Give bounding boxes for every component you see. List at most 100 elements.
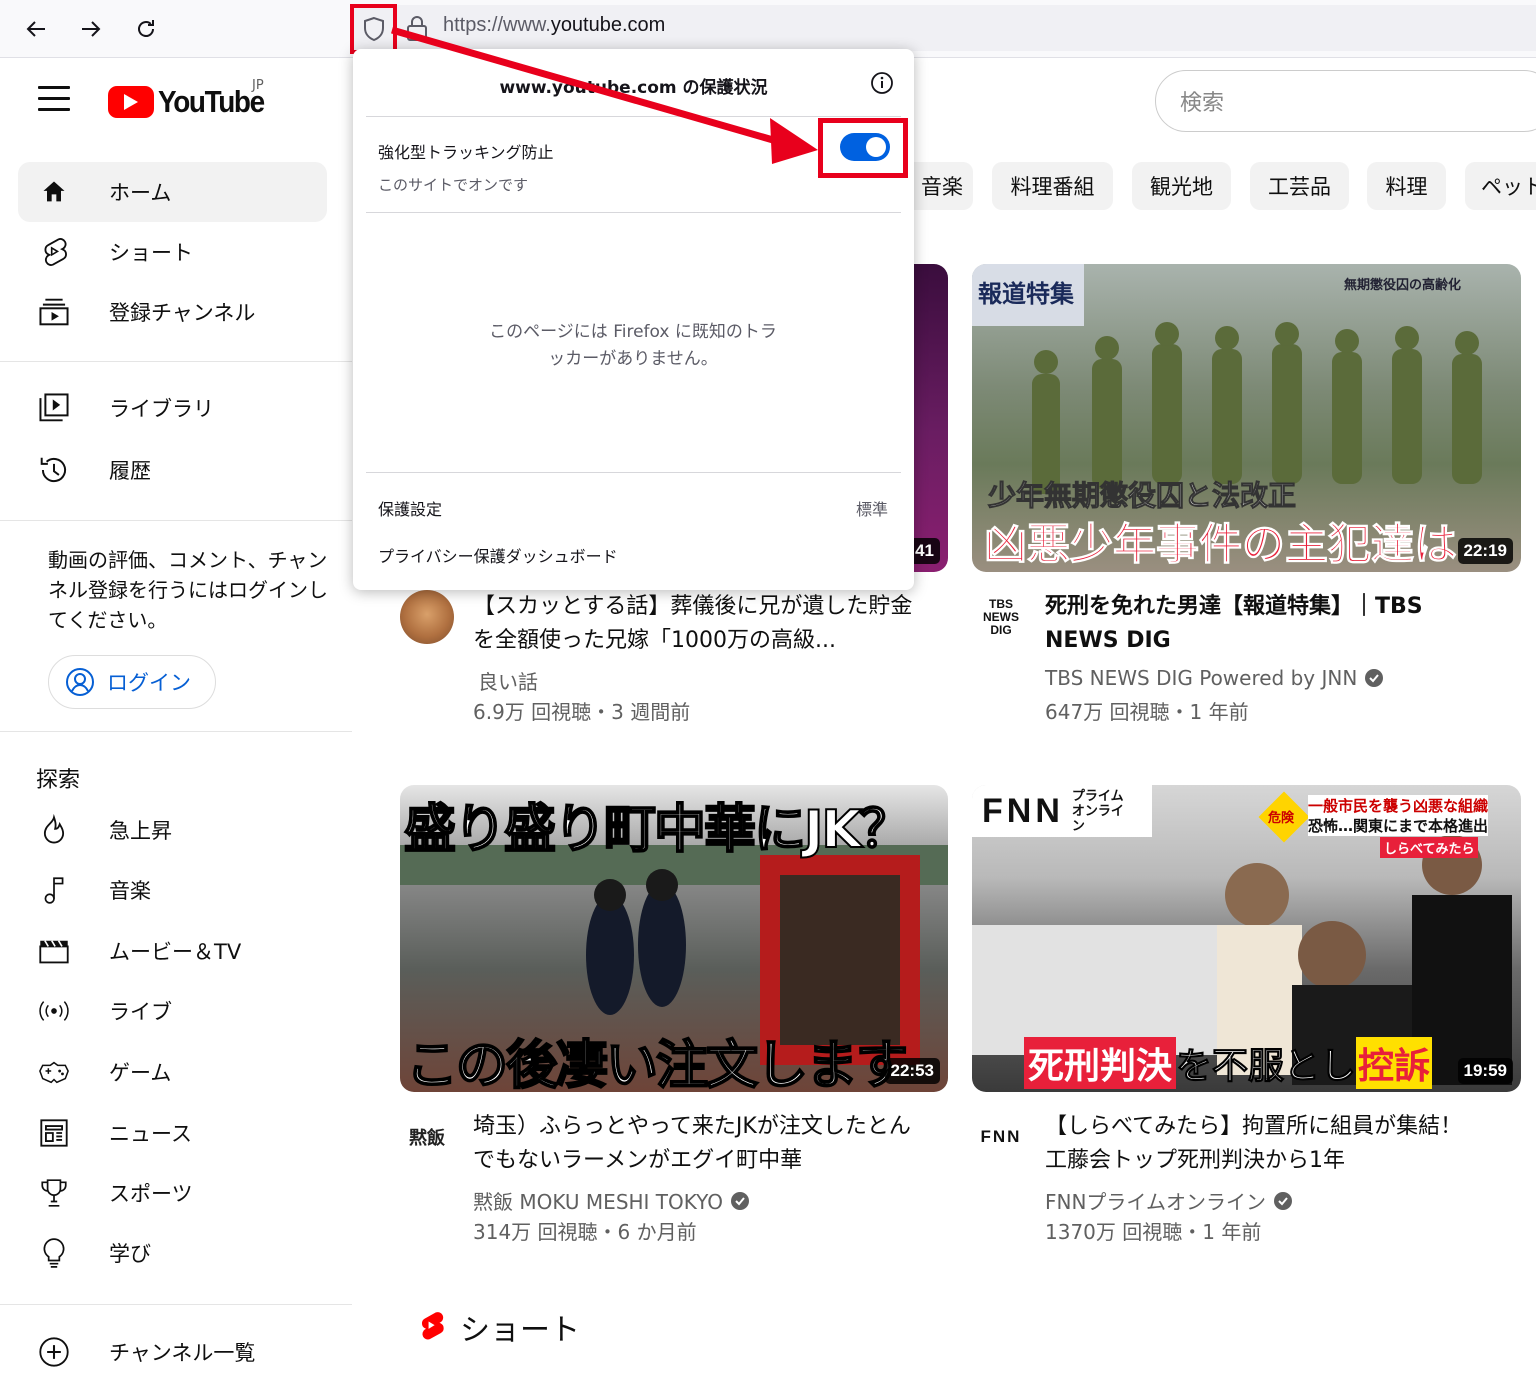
channel-name: TBS NEWS DIG Powered by JNN [1045,666,1358,690]
channel-avatar-text: FNN [980,1127,1022,1146]
sidebar-item-history[interactable]: 履歴 [18,440,327,500]
back-button[interactable] [17,10,55,48]
video-channel[interactable]: 黙飯 MOKU MESHI TOKYO [473,1186,750,1215]
sidebar-item-trending[interactable]: 急上昇 [18,800,327,860]
sidebar-divider [0,520,352,521]
protection-panel-title: www.youtube.com の保護状況 [499,78,768,98]
video-thumbnail[interactable]: FNN プライム オンライン 危険 一般市民を襲う凶悪な組織 恐怖…関東にまで本… [972,785,1521,1092]
video-duration: 22:53 [884,1058,940,1084]
sports-icon [38,1177,70,1209]
login-button-label: ログイン [107,671,191,695]
chip-pets[interactable]: ペット [1465,162,1536,210]
tracking-protection-label: 強化型トラッキング防止 [378,143,554,162]
sidebar-item-label: ムービー＆TV [109,940,242,964]
video-title[interactable]: 【しらべてみたら】拘置所に組員が集結！工藤会トップ死刑判決から1年 [1045,1110,1475,1178]
sidebar-item-subscriptions[interactable]: 登録チャンネル [18,282,327,342]
video-title[interactable]: 【スカッとする話】葬儀後に兄が遺した貯金を全額使った兄嫁「1000万の高級... [473,590,923,658]
news-icon [38,1117,70,1149]
channel-name: 黙飯 MOKU MESHI TOKYO [473,1190,724,1214]
video-duration: 22:19 [1457,538,1513,564]
sidebar-item-label: ショート [109,241,193,265]
sidebar-item-home[interactable]: ホーム [18,162,327,222]
video-title[interactable]: 埼玉）ふらっとやって来たJKが注文したとんでもないラーメンがエグイ町中華 [473,1110,923,1178]
reload-button[interactable] [127,10,165,48]
sidebar-item-label: ホーム [109,181,172,205]
arrow-left-icon [26,21,45,37]
shorts-section-title: ショート [416,1305,580,1349]
shorts-title-text: ショート [460,1313,580,1348]
video-thumbnail[interactable]: 盛り盛り町中華にJK？ この後凄い注文します 22:53 [400,785,948,1092]
privacy-dashboard-link[interactable]: プライバシー保護ダッシュボード [378,543,618,567]
tracking-protection-status: このサイトでオンです [378,176,529,194]
url-domain: youtube.com [550,14,666,36]
panel-divider [366,212,901,213]
sidebar-item-music[interactable]: 音楽 [18,860,327,920]
video-channel[interactable]: FNNプライムオンライン [1045,1186,1293,1215]
learning-icon [38,1237,70,1269]
sidebar-item-library[interactable]: ライブラリ [18,378,327,438]
video-title[interactable]: 死刑を免れた男達【報道特集】｜TBS NEWS DIG [1045,590,1475,658]
chip-crafts[interactable]: 工芸品 [1250,162,1349,210]
sidebar-divider [0,361,352,362]
channel-avatar[interactable]: 黙飯 [400,1110,454,1164]
sidebar-item-news[interactable]: ニュース [18,1103,327,1163]
verified-icon [1365,669,1384,687]
thumb-tag-text: 報道特集 [978,279,1074,308]
channel-avatar[interactable]: TBS NEWS DIG [974,590,1028,644]
sidebar-item-label: 登録チャンネル [109,301,256,325]
search-placeholder: 検索 [1180,91,1225,116]
trending-icon [38,814,70,846]
sidebar-item-sports[interactable]: スポーツ [18,1163,327,1223]
channel-name: FNNプライムオンライン [1045,1190,1267,1214]
tracking-protection-shield-button[interactable] [350,4,397,54]
video-thumbnail[interactable]: 報道特集 無期懲役囚の高齢化 少年無期懲役囚と法改正 凶悪少年事件の主犯達は 2… [972,264,1521,572]
account-icon [66,668,94,696]
search-input[interactable]: 検索 [1155,70,1536,132]
thumb-line: 一般市民を襲う凶悪な組織 [1308,795,1489,816]
sidebar-item-learning[interactable]: 学び [18,1223,327,1283]
channel-avatar[interactable]: FNN [974,1110,1028,1164]
login-message: 動画の評価、コメント、チャンネル登録を行うにはログインしてください。 [48,548,328,632]
sidebar-item-live[interactable]: ライブ [18,981,327,1041]
sidebar-item-movies[interactable]: ムービー＆TV [18,921,327,981]
forward-button[interactable] [72,10,110,48]
chip-tourist-spots[interactable]: 観光地 [1132,162,1231,210]
channel-avatar-text: TBS NEWS DIG [983,596,1019,637]
channel-avatar[interactable] [400,590,454,644]
sidebar-item-gaming[interactable]: ゲーム [18,1042,327,1102]
thumb-tag: しらべてみたら [1380,837,1479,858]
sidebar-item-browse-channels[interactable]: チャンネル一覧 [18,1322,327,1382]
home-icon [38,176,70,208]
chip-cooking-shows[interactable]: 料理番組 [992,162,1113,210]
add-circle-icon [38,1336,70,1368]
sidebar-divider [0,1304,352,1305]
protection-settings-value: 標準 [855,500,888,519]
protection-settings-link[interactable]: 保護設定 [378,496,442,520]
url-prefix: https://www. [443,14,551,36]
sidebar-item-label: 急上昇 [109,819,172,843]
panel-divider [366,472,901,473]
channel-name: 良い話 [478,670,538,694]
thumb-caption: 少年無期懲役囚と法改正 [987,479,1297,513]
thumb-caption-row: 死刑判決 を不服とし 控訴 [1024,1037,1433,1089]
music-icon [38,874,70,906]
sidebar-item-label: 学び [109,1242,151,1266]
thumb-logo-sub: プライム オンライン [1071,788,1124,834]
subscriptions-icon [38,296,70,328]
lock-icon[interactable] [402,12,432,44]
sidebar-item-label: 履歴 [109,459,151,483]
info-icon[interactable] [870,71,894,95]
sidebar-item-label: ニュース [109,1122,192,1146]
thumb-logo: FNN プライム オンライン [972,785,1152,837]
sidebar-item-shorts[interactable]: ショート [18,222,327,282]
gaming-icon [38,1056,70,1088]
arrow-right-icon [82,21,101,37]
video-meta: 6.9万 回視聴・3 週間前 [473,700,691,724]
login-button[interactable]: ログイン [48,655,216,709]
video-channel[interactable]: 良い話 [478,666,538,695]
thumb-corner-text: 無期懲役囚の高齢化 [1343,278,1461,293]
video-channel[interactable]: TBS NEWS DIG Powered by JNN [1045,666,1384,690]
thumb-logo-text: FNN [982,791,1064,830]
url-text[interactable]: https://www.youtube.com [443,14,665,37]
chip-cooking[interactable]: 料理 [1367,162,1446,210]
